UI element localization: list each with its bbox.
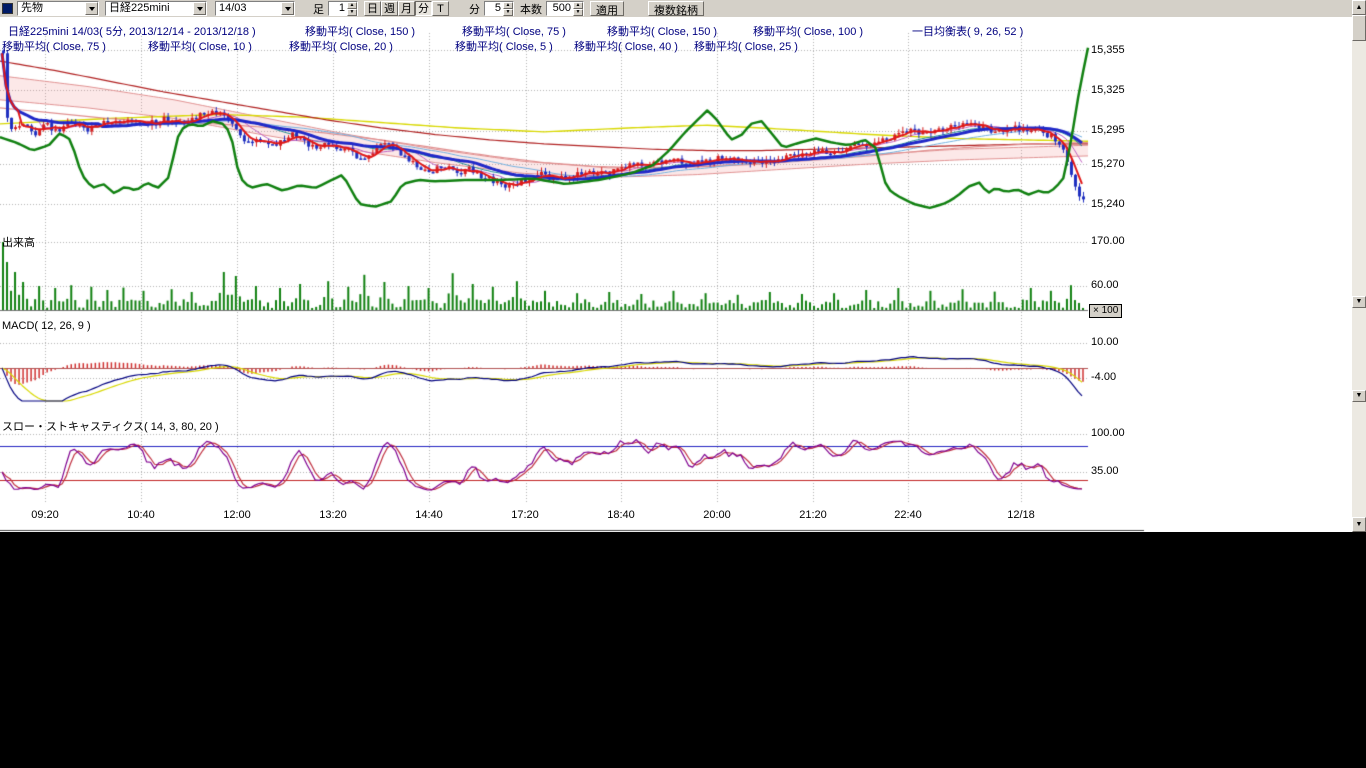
legend-ma40: 移動平均( Close, 40 ) bbox=[574, 38, 678, 54]
pane-scroll-button[interactable]: ▼ bbox=[1352, 296, 1366, 308]
stoch-pane-label: スロー・ストキャスティクス( 14, 3, 80, 20 ) bbox=[2, 418, 219, 434]
minute-label: 分 bbox=[469, 1, 480, 17]
spinner-down-icon[interactable]: ▼ bbox=[503, 9, 513, 16]
legend-ma5: 移動平均( Close, 5 ) bbox=[455, 38, 553, 54]
triangle-up-icon: ▲ bbox=[1356, 4, 1363, 11]
spinner-down-icon[interactable]: ▼ bbox=[347, 9, 357, 16]
macd-pane-label: MACD( 12, 26, 9 ) bbox=[2, 320, 91, 332]
contract-month-value: 14/03 bbox=[216, 2, 281, 15]
chevron-down-icon[interactable] bbox=[85, 2, 98, 15]
triangle-down-icon: ▼ bbox=[1356, 298, 1363, 305]
period-minute-button[interactable]: 分 bbox=[415, 1, 432, 16]
symbol-value: 日経225mini bbox=[106, 2, 193, 15]
legend-ma25: 移動平均( Close, 25 ) bbox=[694, 38, 798, 54]
legend-ma150: 移動平均( Close, 150 ) bbox=[305, 23, 415, 39]
macd-axis-tick: -4.00 bbox=[1091, 371, 1116, 383]
time-axis-tick: 13:20 bbox=[313, 509, 353, 521]
price-axis-tick: 15,295 bbox=[1091, 124, 1125, 136]
time-axis-tick: 17:20 bbox=[505, 509, 545, 521]
time-axis-tick: 22:40 bbox=[888, 509, 928, 521]
time-axis-tick: 09:20 bbox=[25, 509, 65, 521]
volume-multiplier-badge: × 100 bbox=[1089, 304, 1122, 318]
pane-scroll-button[interactable]: ▼ bbox=[1352, 390, 1366, 402]
chevron-down-icon[interactable] bbox=[281, 2, 294, 15]
time-axis-tick: 12/18 bbox=[1001, 509, 1041, 521]
apply-button[interactable]: 適用 bbox=[590, 1, 624, 16]
volume-axis-tick: 170.00 bbox=[1091, 235, 1125, 247]
price-axis-tick: 15,270 bbox=[1091, 158, 1125, 170]
bar-label: 足 bbox=[313, 1, 324, 17]
time-axis-tick: 21:20 bbox=[793, 509, 833, 521]
scroll-up-button[interactable]: ▲ bbox=[1352, 0, 1366, 15]
contract-month-combobox[interactable]: 14/03 bbox=[215, 1, 295, 16]
price-axis-tick: 15,355 bbox=[1091, 44, 1125, 56]
multi-symbol-button[interactable]: 複数銘柄 bbox=[648, 1, 704, 16]
macd-axis-tick: 10.00 bbox=[1091, 336, 1119, 348]
spinner-down-icon[interactable]: ▼ bbox=[573, 9, 583, 16]
spinner-up-icon[interactable]: ▲ bbox=[573, 2, 583, 9]
period-month-button[interactable]: 月 bbox=[398, 1, 415, 16]
stoch-axis-tick: 35.00 bbox=[1091, 465, 1119, 477]
time-axis-tick: 14:40 bbox=[409, 509, 449, 521]
legend-ma150b: 移動平均( Close, 150 ) bbox=[607, 23, 717, 39]
price-axis-tick: 15,325 bbox=[1091, 84, 1125, 96]
legend-ma75b: 移動平均( Close, 75 ) bbox=[2, 38, 106, 54]
toolbar: 先物 日経225mini 14/03 足 1 ▲ ▼ 日 週 月 分 T 分 5… bbox=[0, 0, 1352, 17]
legend-ichimoku: 一目均衡表( 9, 26, 52 ) bbox=[912, 23, 1023, 39]
period-day-button[interactable]: 日 bbox=[364, 1, 381, 16]
instrument-type-value: 先物 bbox=[18, 2, 85, 15]
minute-spinner[interactable]: 5 ▲ ▼ bbox=[484, 1, 514, 16]
time-axis-tick: 12:00 bbox=[217, 509, 257, 521]
bar-interval-value: 1 bbox=[329, 2, 347, 15]
spinner-up-icon[interactable]: ▲ bbox=[503, 2, 513, 9]
period-week-button[interactable]: 週 bbox=[381, 1, 398, 16]
minute-value: 5 bbox=[485, 2, 503, 15]
bar-count-label: 本数 bbox=[520, 1, 542, 17]
app-icon bbox=[2, 3, 13, 14]
bar-count-value: 500 bbox=[547, 2, 573, 15]
triangle-down-icon: ▼ bbox=[1356, 392, 1363, 399]
time-axis-tick: 20:00 bbox=[697, 509, 737, 521]
symbol-combobox[interactable]: 日経225mini bbox=[105, 1, 207, 16]
volume-axis-tick: 60.00 bbox=[1091, 279, 1119, 291]
period-tick-button[interactable]: T bbox=[432, 1, 449, 16]
price-axis-tick: 15,240 bbox=[1091, 198, 1125, 210]
trading-app-window: { "icons": {"up": "▲", "down": "▼"}, "to… bbox=[0, 0, 1366, 768]
time-axis-tick: 10:40 bbox=[121, 509, 161, 521]
stoch-axis-tick: 100.00 bbox=[1091, 427, 1125, 439]
chart-title: 日経225mini 14/03( 5分, 2013/12/14 - 2013/1… bbox=[8, 23, 256, 39]
scroll-down-button[interactable]: ▼ bbox=[1352, 517, 1366, 532]
legend-ma10: 移動平均( Close, 10 ) bbox=[148, 38, 252, 54]
scrollbar-thumb[interactable] bbox=[1352, 15, 1366, 41]
legend-ma20: 移動平均( Close, 20 ) bbox=[289, 38, 393, 54]
bar-count-spinner[interactable]: 500 ▲ ▼ bbox=[546, 1, 584, 16]
instrument-type-combobox[interactable]: 先物 bbox=[17, 1, 99, 16]
legend-ma100: 移動平均( Close, 100 ) bbox=[753, 23, 863, 39]
empty-desktop-area bbox=[0, 532, 1366, 768]
bar-interval-spinner[interactable]: 1 ▲ ▼ bbox=[328, 1, 358, 16]
spinner-up-icon[interactable]: ▲ bbox=[347, 2, 357, 9]
triangle-down-icon: ▼ bbox=[1356, 521, 1363, 528]
legend-ma75: 移動平均( Close, 75 ) bbox=[462, 23, 566, 39]
time-axis-tick: 18:40 bbox=[601, 509, 641, 521]
volume-pane-label: 出来高 bbox=[2, 234, 35, 250]
vertical-scrollbar[interactable]: ▲ ▼ ▼ ▼ bbox=[1352, 0, 1366, 532]
chevron-down-icon[interactable] bbox=[193, 2, 206, 15]
